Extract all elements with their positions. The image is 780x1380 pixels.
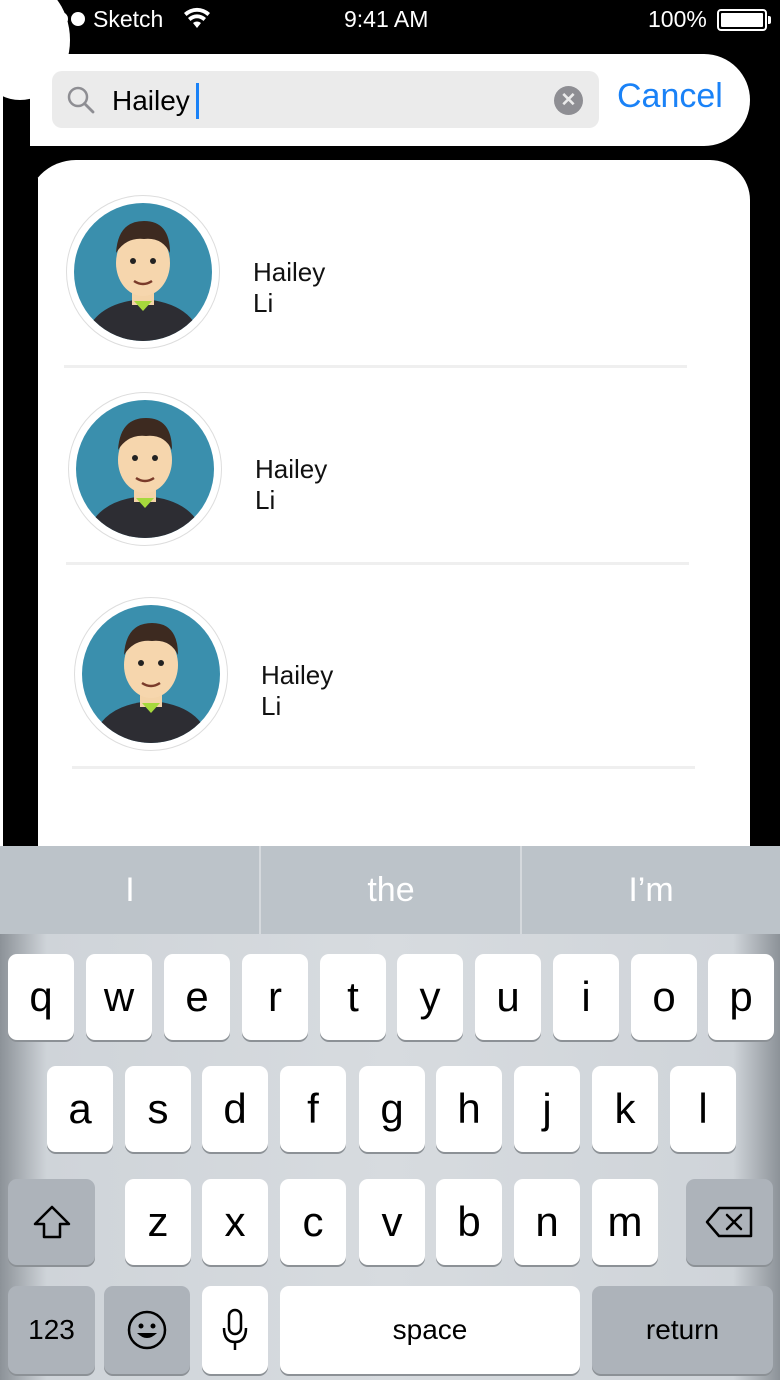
- row-divider: [66, 562, 689, 565]
- battery-icon: [717, 9, 771, 31]
- return-key[interactable]: return: [592, 1286, 773, 1374]
- shift-icon: [33, 1205, 70, 1239]
- keyboard: I the I’m q w e r t y u i o p a s d f g …: [0, 846, 780, 1380]
- key-a[interactable]: a: [47, 1066, 113, 1152]
- key-g[interactable]: g: [359, 1066, 425, 1152]
- wifi-icon: [184, 7, 210, 28]
- search-icon: [67, 86, 95, 114]
- contact-name: Hailey Li: [255, 454, 328, 515]
- avatar-illustration: [74, 203, 212, 341]
- emoji-key[interactable]: [104, 1286, 190, 1374]
- emoji-icon: [127, 1310, 167, 1350]
- backspace-icon: [705, 1206, 752, 1238]
- key-m[interactable]: m: [592, 1179, 658, 1265]
- key-k[interactable]: k: [592, 1066, 658, 1152]
- key-s[interactable]: s: [125, 1066, 191, 1152]
- key-r[interactable]: r: [242, 954, 308, 1040]
- delete-key[interactable]: [686, 1179, 773, 1265]
- key-n[interactable]: n: [514, 1179, 580, 1265]
- suggestion-3[interactable]: I’m: [522, 846, 780, 934]
- avatar: [68, 392, 222, 546]
- text-caret: [195, 83, 199, 119]
- numbers-key[interactable]: 123: [8, 1286, 95, 1374]
- key-h[interactable]: h: [436, 1066, 502, 1152]
- search-query: Hailey: [112, 85, 190, 116]
- battery-percent: 100%: [648, 6, 707, 32]
- key-f[interactable]: f: [280, 1066, 346, 1152]
- avatar-illustration: [82, 605, 220, 743]
- row-divider: [72, 766, 695, 769]
- key-j[interactable]: j: [514, 1066, 580, 1152]
- signal-icon: [20, 12, 85, 26]
- key-i[interactable]: i: [553, 954, 619, 1040]
- key-u[interactable]: u: [475, 954, 541, 1040]
- key-d[interactable]: d: [202, 1066, 268, 1152]
- key-e[interactable]: e: [164, 954, 230, 1040]
- shift-key[interactable]: [8, 1179, 95, 1265]
- key-b[interactable]: b: [436, 1179, 502, 1265]
- predictive-bar: I the I’m: [0, 846, 780, 934]
- cancel-button[interactable]: Cancel: [617, 77, 723, 116]
- key-o[interactable]: o: [631, 954, 697, 1040]
- avatar: [74, 597, 228, 751]
- status-bar: Sketch 9:41 AM 100%: [0, 0, 780, 40]
- contact-name: Hailey Li: [253, 257, 326, 318]
- clear-icon[interactable]: ✕: [554, 86, 583, 115]
- key-q[interactable]: q: [8, 954, 74, 1040]
- key-c[interactable]: c: [280, 1179, 346, 1265]
- carrier-label: Sketch: [93, 6, 164, 32]
- contact-name: Hailey Li: [261, 660, 334, 721]
- key-v[interactable]: v: [359, 1179, 425, 1265]
- key-z[interactable]: z: [125, 1179, 191, 1265]
- space-key[interactable]: space: [280, 1286, 580, 1374]
- list-edge: [26, 178, 38, 860]
- suggestion-1[interactable]: I: [0, 846, 260, 934]
- microphone-icon: [222, 1308, 248, 1350]
- key-x[interactable]: x: [202, 1179, 268, 1265]
- key-t[interactable]: t: [320, 954, 386, 1040]
- avatar-illustration: [76, 400, 214, 538]
- row-divider: [64, 365, 687, 368]
- dictation-key[interactable]: [202, 1286, 268, 1374]
- search-input[interactable]: Hailey ✕: [52, 71, 599, 128]
- suggestion-2[interactable]: the: [261, 846, 521, 934]
- key-w[interactable]: w: [86, 954, 152, 1040]
- key-p[interactable]: p: [708, 954, 774, 1040]
- key-l[interactable]: l: [670, 1066, 736, 1152]
- avatar: [66, 195, 220, 349]
- clock-label: 9:41 AM: [344, 6, 429, 32]
- key-y[interactable]: y: [397, 954, 463, 1040]
